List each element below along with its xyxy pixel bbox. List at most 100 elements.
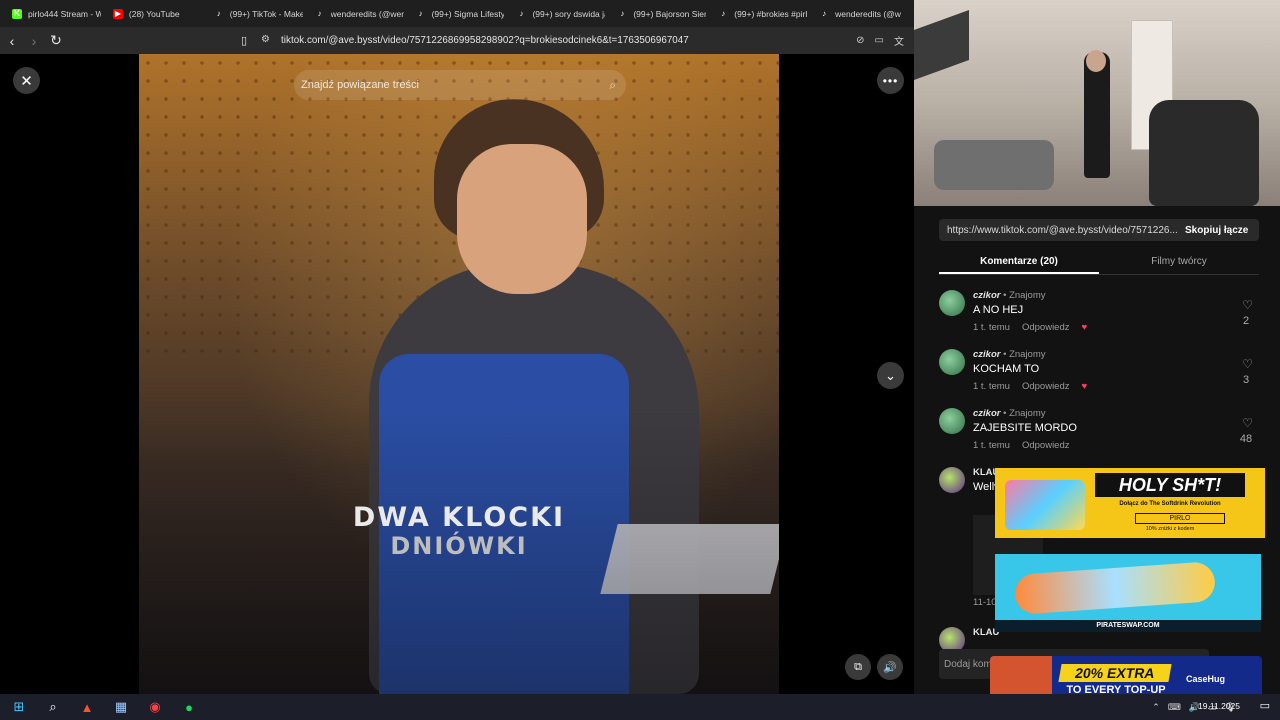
forward-icon[interactable]: › (24, 31, 44, 51)
site-info-icon[interactable]: ⚙ (261, 34, 270, 45)
picture-in-picture-icon: ⧉ (854, 660, 862, 673)
like-count: 3 (1242, 374, 1250, 386)
tab-title: (99+) #brokies #pirl (734, 8, 808, 19)
tab-creator-videos[interactable]: Filmy twórcy (1099, 251, 1259, 274)
speaker-icon: 🔊 (883, 661, 897, 674)
bookmark-icon[interactable]: ▯ (234, 30, 254, 50)
comment-footer: 1 t. temu Odpowiedz (973, 440, 1082, 451)
related-search-input[interactable]: Znajdź powiązane treści ⌕ (294, 70, 626, 100)
volume-button[interactable]: 🔊 (877, 654, 903, 680)
tab-title: (99+) Bajorson Siem (633, 8, 707, 19)
tiktok-icon: ♪ (819, 8, 830, 19)
ad-pirateswap-banner[interactable]: PIRATESWAP.COM (995, 554, 1261, 632)
ad-pirateswap-label: PIRATESWAP.COM (995, 620, 1261, 632)
comment-text: ZAJEBSITE MORDO (973, 422, 1077, 434)
related-search-placeholder: Znajdź powiązane treści (301, 79, 420, 91)
tiktok-icon: ♪ (415, 8, 426, 19)
next-video-button[interactable]: ⌄ (877, 362, 904, 389)
comment-item: czikor • Znajomy KOCHAM TO 1 t. temu Odpo… (939, 349, 1259, 408)
chevron-up-icon[interactable]: ⌃ (1152, 702, 1160, 713)
address-bar-row: ‹ › ↻ ▯ ⚙ tiktok.com/@ave.bysst/video/75… (0, 27, 914, 54)
like-heart-icon[interactable]: ♡ (1242, 357, 1253, 371)
ad-skin-image (1013, 561, 1217, 615)
ad-softdrink-banner[interactable]: HOLY SH*T! Dołącz do The Softdrink Revol… (995, 468, 1265, 538)
share-url[interactable]: https://www.tiktok.com/@ave.bysst/video/… (939, 225, 1179, 236)
reload-icon[interactable]: ↻ (46, 31, 66, 51)
close-button[interactable]: ✕ (13, 67, 40, 94)
tab-title: (99+) sory dswida ja (532, 8, 606, 19)
browser-tab[interactable]: ♪ (99+) #brokies #pirl (712, 3, 813, 25)
comment-username[interactable]: czikor (973, 290, 1000, 301)
cast-icon[interactable]: ▭ (875, 35, 884, 46)
reply-button[interactable]: Odpowiedz (1022, 440, 1070, 451)
keyboard-icon[interactable]: ⌨ (1168, 702, 1181, 713)
comment-username[interactable]: czikor (973, 349, 1000, 360)
url-bar[interactable]: ⚙ tiktok.com/@ave.bysst/video/7571226869… (255, 30, 910, 51)
more-options-button[interactable]: ••• (877, 67, 904, 94)
avatar[interactable] (939, 349, 965, 375)
spotify-icon[interactable]: ● (176, 694, 202, 720)
ad-brand-name: CaseHug (1186, 674, 1226, 684)
video-caption-line2: DNIÓWKI (390, 532, 528, 560)
app-icon[interactable]: ◉ (142, 694, 168, 720)
webcam-skylight (914, 9, 969, 81)
browser-tab[interactable]: ♪ wenderedits (@wen (309, 3, 410, 25)
tab-strip: Kpirlo444 Stream - W ▶ (28) YouTube ♪ (99+) … (0, 0, 914, 27)
copy-link-button[interactable]: Skopiuj łącze (1185, 225, 1248, 236)
video-player[interactable]: DWA KLOCKI DNIÓWKI (139, 54, 779, 694)
browser-tab[interactable]: ♪ (99+) TikTok - Make (208, 3, 309, 25)
comment-text: KOCHAM TO (973, 363, 1040, 375)
screen: Kpirlo444 Stream - W ▶ (28) YouTube ♪ (99+) … (0, 0, 1280, 720)
video-stage: DWA KLOCKI DNIÓWKI Znajdź powiązane treś… (0, 54, 914, 694)
calculator-icon[interactable]: ▦ (108, 694, 134, 720)
search-icon[interactable]: ⌕ (40, 694, 66, 720)
ad-subtitle: Dołącz do The Softdrink Revolution (1119, 501, 1221, 507)
kick-icon: K (12, 8, 22, 19)
comment-username[interactable]: czikor (973, 408, 1000, 419)
browser-tab[interactable]: ♪ (99+) Sigma Lifesty (410, 3, 511, 25)
comment-time: 1 t. temu (973, 440, 1010, 451)
tracking-icon[interactable]: ⊘ (856, 35, 864, 46)
ad-promo-code: PIRLO (1135, 513, 1225, 524)
tiktok-icon: ♪ (516, 8, 527, 19)
reply-button[interactable]: Odpowiedz (1022, 322, 1070, 333)
comment-item: czikor • Znajomy A NO HEJ 1 t. temu Odpow… (939, 290, 1259, 349)
comment-meta: czikor • Znajomy (973, 408, 1046, 419)
avatar[interactable] (939, 408, 965, 434)
ellipsis-icon: ••• (882, 73, 899, 88)
like-count: 2 (1242, 315, 1250, 327)
browser-tab[interactable]: ♪ (99+) sory dswida ja (510, 3, 611, 25)
friend-tag: • Znajomy (1000, 290, 1046, 301)
tab-title: (99+) Sigma Lifesty (431, 8, 505, 19)
avatar[interactable] (939, 290, 965, 316)
like-heart-icon[interactable]: ♡ (1242, 298, 1253, 312)
pip-button[interactable]: ⧉ (845, 654, 871, 680)
clock-date[interactable]: 19.11.2025 (1198, 701, 1240, 711)
webcam-overlay (914, 0, 1280, 206)
webcam-person-head (1086, 50, 1106, 72)
comment-meta: czikor • Znajomy (973, 349, 1046, 360)
reply-button[interactable]: Odpowiedz (1022, 381, 1070, 392)
tab-comments[interactable]: Komentarze (20) (939, 251, 1099, 274)
creator-liked-icon: ♥ (1081, 322, 1088, 333)
avatar[interactable] (939, 467, 965, 493)
friend-tag: • Znajomy (1000, 349, 1046, 360)
ad-product-image (1005, 480, 1085, 530)
brave-browser-icon[interactable]: ▲ (74, 694, 100, 720)
comment-meta: czikor • Znajomy (973, 290, 1046, 301)
start-windows-icon[interactable]: ⊞ (6, 694, 32, 720)
video-caption-line1: DWA KLOCKI (352, 502, 566, 533)
webcam-sofa (934, 140, 1054, 190)
back-icon[interactable]: ‹ (2, 31, 22, 51)
url-text[interactable]: tiktok.com/@ave.bysst/video/757122686995… (281, 35, 689, 46)
like-heart-icon[interactable]: ♡ (1242, 416, 1253, 430)
comment-time: 11-10 (973, 597, 997, 608)
browser-tab[interactable]: Kpirlo444 Stream - W (6, 3, 107, 25)
translate-icon[interactable]: 文 (894, 33, 904, 48)
notification-icon[interactable]: ▭ (1260, 699, 1270, 712)
browser-tab[interactable]: ♪ wenderedits (@w (813, 3, 914, 25)
browser-tab[interactable]: ▶ (28) YouTube (107, 3, 208, 25)
windows-taskbar: ⊞ ⌕ ▲ ▦ ◉ ● ⌃ ⌨ 🔊 ▭ 🎙 19.11.2025 ▭ (0, 694, 1280, 720)
browser-tab[interactable]: ♪ (99+) Bajorson Siem (611, 3, 712, 25)
search-icon[interactable]: ⌕ (609, 78, 616, 93)
